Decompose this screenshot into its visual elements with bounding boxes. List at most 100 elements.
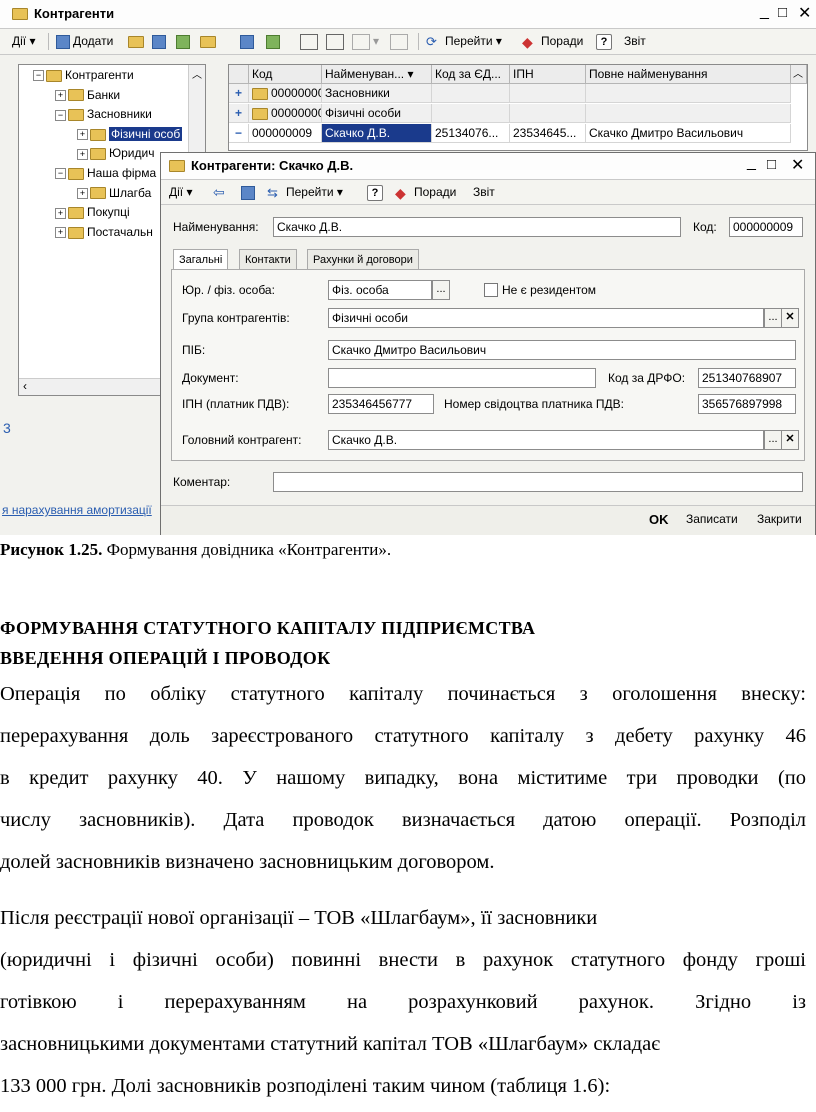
paragraph-line: (юридичні і фізичні особи) повинні внест…	[0, 949, 806, 971]
tab-general[interactable]: Загальні	[173, 249, 229, 270]
table-cell-ipn[interactable]: 23534645...	[510, 124, 586, 143]
expand-icon[interactable]: +	[77, 187, 88, 199]
edit-button[interactable]	[176, 29, 193, 53]
filter-history-button[interactable]: ▾	[352, 29, 379, 53]
expand-icon[interactable]: +	[55, 207, 66, 219]
table-cell-code[interactable]: 000000009	[249, 124, 322, 143]
expand-icon[interactable]: +	[77, 148, 88, 160]
person-type-select-button[interactable]: ...	[432, 280, 450, 300]
column-header-code[interactable]: Код	[249, 65, 322, 84]
table-scroll-up-icon[interactable]: ︿	[791, 65, 807, 84]
hierarchy-button[interactable]	[240, 29, 257, 53]
column-header-edrpou[interactable]: Код за ЄД...	[432, 65, 510, 84]
ok-button[interactable]: OK	[649, 512, 669, 527]
filter-off-button[interactable]	[390, 29, 411, 53]
comment-field[interactable]	[273, 472, 803, 492]
table-cell-full-name[interactable]: Скачко Дмитро Васильович	[586, 124, 791, 143]
dialog-maximize-icon[interactable]: □	[767, 156, 776, 173]
dialog-advice-button[interactable]: ◆ Поради	[395, 180, 456, 204]
scroll-left-icon[interactable]: ‹	[23, 379, 27, 393]
dialog-help-button[interactable]: ?	[367, 185, 386, 201]
dialog-close-icon[interactable]: ✕	[791, 155, 804, 175]
filter-button[interactable]	[300, 29, 321, 53]
delete-button[interactable]	[200, 29, 219, 53]
tree-item[interactable]: + Постачальн	[55, 223, 153, 242]
goto-menu[interactable]: ⟳ Перейти ▾	[426, 29, 502, 53]
group-clear-button[interactable]: ✕	[781, 308, 799, 328]
table-cell-code[interactable]: 000000002	[249, 84, 322, 103]
head-contractor-select-button[interactable]: ...	[764, 430, 782, 450]
group-select-button[interactable]: ...	[764, 308, 782, 328]
expand-icon[interactable]: +	[55, 89, 66, 101]
amortization-link[interactable]: я нарахування амортизації	[2, 503, 152, 517]
head-contractor-field[interactable]: Скачко Д.В.	[328, 430, 764, 450]
tab-accounts[interactable]: Рахунки й договори	[307, 249, 419, 269]
nonresident-checkbox[interactable]	[484, 283, 498, 297]
tab-contacts[interactable]: Контакти	[239, 249, 297, 269]
report-button[interactable]: Звіт	[624, 29, 646, 53]
dialog-report-button[interactable]: Звіт	[473, 180, 495, 204]
tree-item[interactable]: − Засновники	[55, 105, 152, 124]
add-group-button[interactable]	[128, 29, 147, 53]
tree-item[interactable]: − Контрагенти	[33, 66, 134, 85]
column-header-full-name[interactable]: Повне найменування	[586, 65, 791, 84]
ipn-field[interactable]: 235346456777	[328, 394, 434, 414]
tree-item[interactable]: + Юридич	[77, 144, 154, 163]
name-field[interactable]: Скачко Д.В.	[273, 217, 681, 237]
dialog-goto-menu[interactable]: ⇆ Перейти ▾	[267, 180, 343, 204]
dialog-structure-button[interactable]	[241, 180, 258, 204]
add-button[interactable]: Додати	[56, 29, 113, 53]
close-button[interactable]: Закрити	[757, 512, 802, 526]
person-type-field[interactable]: Фіз. особа	[328, 280, 432, 300]
minimize-icon[interactable]: _	[760, 3, 769, 21]
level-up-button[interactable]	[266, 29, 283, 53]
table-cell-marker[interactable]: +	[229, 104, 249, 123]
table-cell-name[interactable]: Засновники	[322, 84, 432, 103]
scroll-up-icon[interactable]: ︿	[192, 66, 202, 81]
dialog-actions-menu[interactable]: Дії ▾	[169, 180, 193, 204]
advice-button[interactable]: ◆ Поради	[522, 29, 583, 53]
table-cell-ipn[interactable]	[510, 84, 586, 103]
help-button[interactable]: ?	[596, 34, 615, 50]
group-field[interactable]: Фізичні особи	[328, 308, 764, 328]
dialog-back-button[interactable]: ⇦	[213, 180, 225, 204]
maximize-icon[interactable]: □	[778, 4, 787, 21]
table-cell-name[interactable]: Скачко Д.В.	[322, 124, 432, 143]
copy-button[interactable]	[152, 29, 169, 53]
table-cell-code[interactable]: 000000006	[249, 104, 322, 123]
collapse-icon[interactable]: −	[55, 168, 66, 180]
actions-menu[interactable]: Дії ▾	[12, 29, 36, 53]
table-cell-edrpou[interactable]: 25134076...	[432, 124, 510, 143]
save-button[interactable]: Записати	[686, 512, 738, 526]
close-icon[interactable]: ✕	[798, 3, 811, 23]
collapse-icon[interactable]: −	[55, 109, 66, 121]
table-cell-marker[interactable]: +	[229, 84, 249, 103]
code-field[interactable]: 000000009	[729, 217, 803, 237]
tree-item[interactable]: + Шлагба	[77, 184, 151, 203]
fio-field[interactable]: Скачко Дмитро Васильович	[328, 340, 796, 360]
table-cell-name[interactable]: Фізичні особи	[322, 104, 432, 123]
expand-icon[interactable]: +	[55, 227, 66, 239]
collapse-icon[interactable]: −	[33, 70, 44, 82]
table-cell-full-name[interactable]	[586, 104, 791, 123]
table-cell-ipn[interactable]	[510, 104, 586, 123]
expand-icon[interactable]: +	[77, 129, 88, 141]
table-cell-edrpou[interactable]	[432, 104, 510, 123]
column-header-name[interactable]: Найменуван... ▾	[322, 65, 432, 84]
table-cell-marker[interactable]: −	[229, 124, 249, 143]
tree-item[interactable]: + Банки	[55, 86, 120, 105]
drfo-field[interactable]: 251340768907	[698, 368, 796, 388]
table-cell-edrpou[interactable]	[432, 84, 510, 103]
document-field[interactable]	[328, 368, 596, 388]
tree-item[interactable]: − Наша фірма	[55, 164, 156, 183]
vat-cert-field[interactable]: 356576897998	[698, 394, 796, 414]
tree-item[interactable]: + Покупці	[55, 203, 130, 222]
column-header-ipn[interactable]: ІПН	[510, 65, 586, 84]
contractors-table[interactable]: Код Найменуван... ▾ Код за ЄД... ІПН Пов…	[228, 64, 808, 151]
filter-value-button[interactable]	[326, 29, 347, 53]
head-contractor-clear-button[interactable]: ✕	[781, 430, 799, 450]
tree-item[interactable]: + Фізичні особ	[77, 125, 183, 144]
dialog-minimize-icon[interactable]: _	[747, 154, 756, 172]
table-cell-full-name[interactable]	[586, 84, 791, 103]
link-fragment[interactable]: 3	[3, 420, 11, 436]
